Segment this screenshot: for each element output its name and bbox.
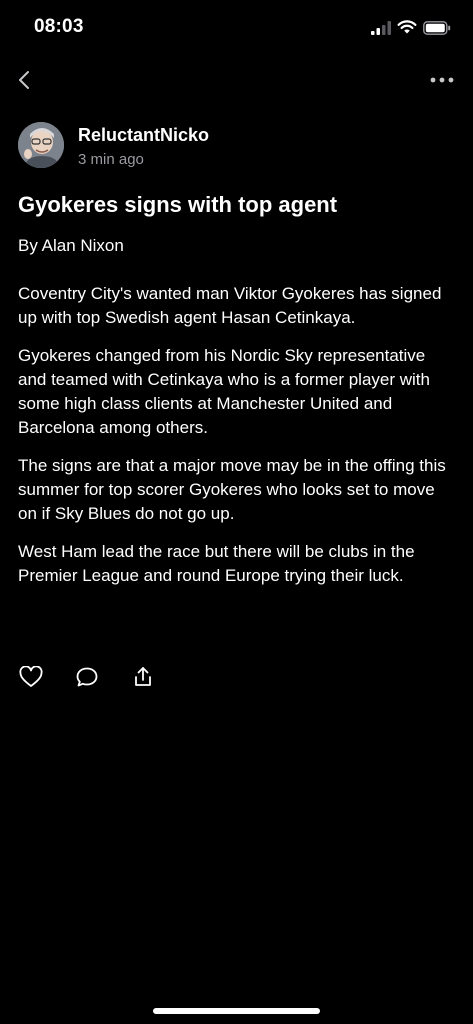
home-indicator[interactable] (153, 1008, 320, 1014)
chevron-left-icon (19, 71, 29, 89)
avatar-image (18, 122, 64, 168)
cellular-signal-icon (371, 20, 391, 35)
like-button[interactable] (18, 664, 44, 690)
post-body: Coventry City's wanted man Viktor Gyoker… (18, 282, 458, 602)
wifi-icon (397, 20, 417, 34)
post-paragraph: Gyokeres changed from his Nordic Sky rep… (18, 346, 430, 437)
battery-icon (423, 20, 451, 35)
comment-icon (76, 667, 98, 687)
more-options-button[interactable] (429, 68, 455, 92)
heart-icon (19, 666, 43, 687)
post-byline: By Alan Nixon (18, 236, 124, 255)
author-row: ReluctantNicko 3 min ago (18, 122, 458, 172)
post-paragraph: Coventry City's wanted man Viktor Gyoker… (18, 284, 442, 327)
status-icons (371, 20, 451, 35)
avatar[interactable] (18, 122, 64, 168)
more-horizontal-icon (430, 77, 454, 83)
status-time: 08:03 (34, 16, 84, 37)
post-paragraph: The signs are that a major move may be i… (18, 456, 446, 523)
nav-bar (0, 60, 473, 100)
post-actions (18, 664, 156, 694)
comment-button[interactable] (74, 664, 100, 690)
share-button[interactable] (130, 664, 156, 690)
post-timestamp: 3 min ago (78, 151, 144, 168)
share-icon (135, 667, 151, 686)
back-button[interactable] (14, 68, 36, 92)
author-name[interactable]: ReluctantNicko (78, 125, 209, 146)
post-title: Gyokeres signs with top agent (18, 192, 338, 217)
status-bar: 08:03 (0, 0, 473, 56)
post-paragraph: West Ham lead the race but there will be… (18, 542, 415, 585)
